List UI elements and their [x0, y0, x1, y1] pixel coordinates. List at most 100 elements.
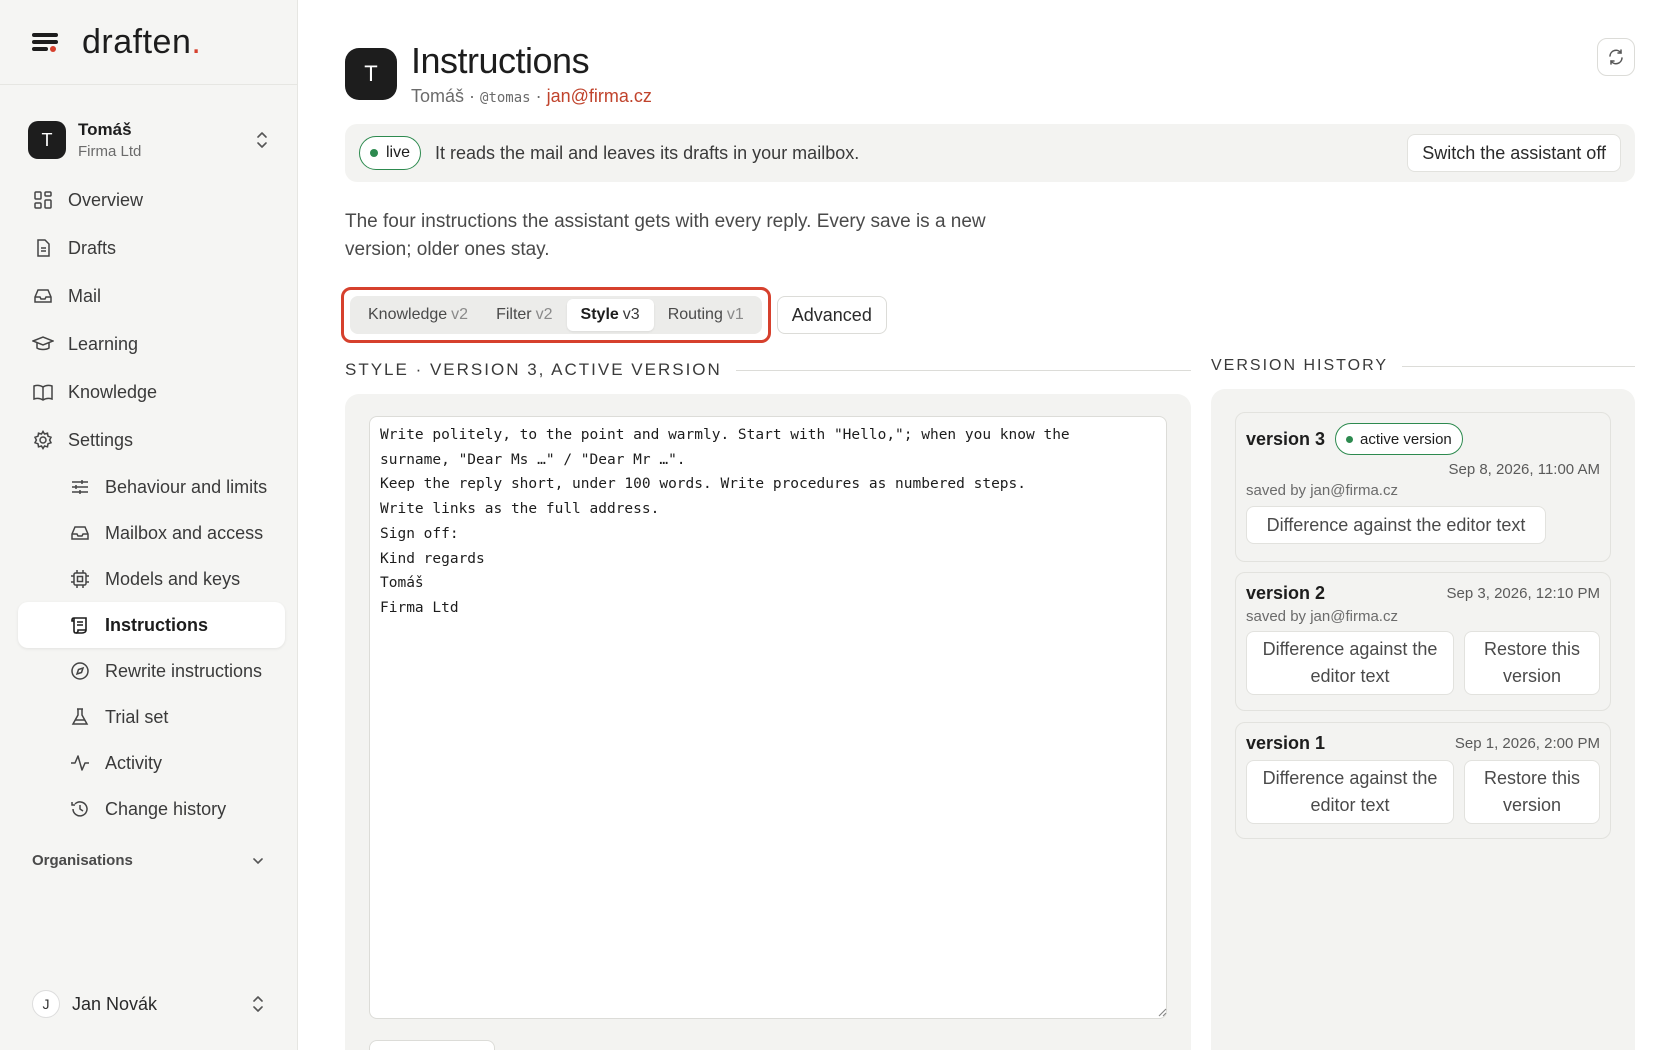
chevron-down-icon: [253, 857, 263, 864]
sidebar-item-label: Instructions: [105, 614, 209, 635]
sidebar-item-mail[interactable]: Mail: [0, 272, 297, 320]
sidebar-item-label: Trial set: [105, 706, 169, 727]
sidebar-item-label: Knowledge: [68, 381, 158, 402]
diff-button[interactable]: Difference against the editor text: [1246, 506, 1546, 544]
divider: [1402, 365, 1635, 367]
graduation-cap-icon: [32, 333, 54, 355]
scroll-icon: [69, 614, 91, 636]
gear-icon: [32, 429, 54, 451]
active-dot-icon: [1346, 435, 1354, 443]
sidebar-item-label: Overview: [68, 189, 144, 210]
inbox-icon: [32, 285, 54, 307]
editor-section-heading: STYLE · VERSION 3, ACTIVE VERSION: [345, 360, 1191, 380]
version-history-heading: VERSION HISTORY: [1211, 357, 1635, 375]
user-menu[interactable]: J Jan Novák: [32, 990, 265, 1018]
tab-routing[interactable]: Routing v1: [654, 299, 758, 331]
version-saved-by: saved by jan@firma.cz: [1246, 482, 1398, 499]
version-card-3: version 3 active version Sep 8, 2026, 11…: [1235, 412, 1611, 562]
tab-knowledge[interactable]: Knowledge v2: [354, 299, 482, 331]
instruction-tabs-row: Knowledge v2 Filter v2 Style v3 Routing v1 A…: [341, 287, 887, 343]
advanced-button[interactable]: Advanced: [776, 296, 887, 334]
sidebar-item-knowledge[interactable]: Knowledge: [0, 368, 297, 416]
owner-name: Tomáš: [411, 86, 465, 106]
document-icon: [32, 237, 54, 259]
brand-logo[interactable]: draften.: [82, 23, 201, 62]
activity-icon: [69, 752, 91, 774]
grid-icon: [32, 189, 54, 211]
version-saved-by: saved by jan@firma.cz: [1246, 608, 1398, 625]
sidebar-item-history[interactable]: Change history: [0, 786, 285, 832]
sidebar-item-rewrite[interactable]: Rewrite instructions: [0, 648, 285, 694]
sidebar-item-settings[interactable]: Settings: [0, 416, 297, 464]
instruction-editor[interactable]: Write politely, to the point and warmly.…: [369, 416, 1167, 1019]
sidebar-item-learning[interactable]: Learning: [0, 320, 297, 368]
sidebar-item-label: Mail: [68, 285, 102, 306]
user-name: Jan Novák: [72, 993, 158, 1014]
chevron-up-down-icon: [257, 132, 267, 148]
page-header: T Instructions Tomáš · @tomas · jan@firm…: [345, 38, 1635, 110]
sidebar-item-label: Behaviour and limits: [105, 476, 268, 497]
sidebar-nav: Overview Drafts Mail Learning Knowledge …: [0, 176, 297, 832]
active-version-badge: active version: [1335, 423, 1463, 455]
sidebar-item-label: Drafts: [68, 237, 117, 258]
instruction-tabs: Knowledge v2 Filter v2 Style v3 Routing v1: [350, 296, 762, 334]
switch-assistant-off-button[interactable]: Switch the assistant off: [1407, 134, 1621, 172]
inbox-icon: [69, 522, 91, 544]
sidebar-item-label: Activity: [105, 752, 163, 773]
version-date: Sep 3, 2026, 12:10 PM: [1446, 585, 1600, 602]
page-title: Instructions: [411, 40, 590, 81]
tab-filter[interactable]: Filter v2: [482, 299, 566, 331]
book-icon: [32, 381, 54, 403]
organisations-label: Organisations: [32, 852, 133, 869]
refresh-button[interactable]: [1597, 38, 1635, 76]
sidebar-item-label: Rewrite instructions: [105, 660, 263, 681]
diff-button[interactable]: Difference against the editor text: [1246, 631, 1454, 695]
sidebar-item-models[interactable]: Models and keys: [0, 556, 285, 602]
diff-button[interactable]: Difference against the editor text: [1246, 760, 1454, 824]
page-description: The four instructions the assistant gets…: [345, 211, 986, 260]
sidebar-item-behaviour[interactable]: Behaviour and limits: [0, 464, 285, 510]
version-name: version 2: [1246, 583, 1326, 603]
compass-icon: [69, 660, 91, 682]
sidebar-item-label: Change history: [105, 798, 227, 819]
tabs-highlight: Knowledge v2 Filter v2 Style v3 Routing v1: [341, 287, 771, 343]
tab-style[interactable]: Style v3: [566, 299, 654, 331]
restore-version-button[interactable]: Restore this version: [1464, 631, 1600, 695]
version-name: version 3: [1246, 428, 1326, 449]
sidebar-item-label: Settings: [68, 429, 134, 450]
account-switcher[interactable]: T Tomáš Firma Ltd: [0, 116, 297, 164]
sidebar-item-activity[interactable]: Activity: [0, 740, 285, 786]
live-status-badge: live: [359, 136, 422, 170]
divider: [735, 369, 1191, 371]
version-card-1: version 1 Sep 1, 2026, 2:00 PM Differenc…: [1235, 722, 1611, 839]
version-history-panel: version 3 active version Sep 8, 2026, 11…: [1211, 389, 1635, 1050]
sidebar-item-overview[interactable]: Overview: [0, 176, 297, 224]
account-org: Firma Ltd: [78, 143, 142, 160]
sidebar-item-label: Learning: [68, 333, 139, 354]
live-dot-icon: [370, 149, 378, 157]
brand-header: draften.: [0, 0, 297, 85]
owner-email[interactable]: jan@firma.cz: [547, 86, 652, 106]
organisations-toggle[interactable]: Organisations: [32, 852, 265, 869]
user-avatar: J: [32, 990, 60, 1018]
account-name: Tomáš: [78, 120, 132, 139]
refresh-icon: [1609, 49, 1623, 65]
save-button[interactable]: [369, 1040, 495, 1050]
sidebar-item-trial[interactable]: Trial set: [0, 694, 285, 740]
chip-icon: [69, 568, 91, 590]
version-date: Sep 8, 2026, 11:00 AM: [1448, 461, 1600, 478]
restore-version-button[interactable]: Restore this version: [1464, 760, 1600, 824]
chevron-up-down-icon: [253, 996, 263, 1012]
sidebar-item-mailbox[interactable]: Mailbox and access: [0, 510, 285, 556]
flask-icon: [69, 706, 91, 728]
sidebar-item-instructions[interactable]: Instructions: [18, 602, 285, 648]
resize-handle-icon[interactable]: [1157, 1007, 1167, 1017]
sidebar-item-drafts[interactable]: Drafts: [0, 224, 297, 272]
menu-icon[interactable]: [32, 31, 58, 53]
assistant-avatar: T: [345, 48, 397, 100]
sliders-icon: [69, 476, 91, 498]
page-subtitle: Tomáš · @tomas · jan@firma.cz: [411, 86, 652, 106]
status-text: It reads the mail and leaves its drafts …: [435, 142, 860, 163]
sidebar-item-label: Mailbox and access: [105, 522, 264, 543]
main-content: T Instructions Tomáš · @tomas · jan@firm…: [341, 0, 1635, 1050]
